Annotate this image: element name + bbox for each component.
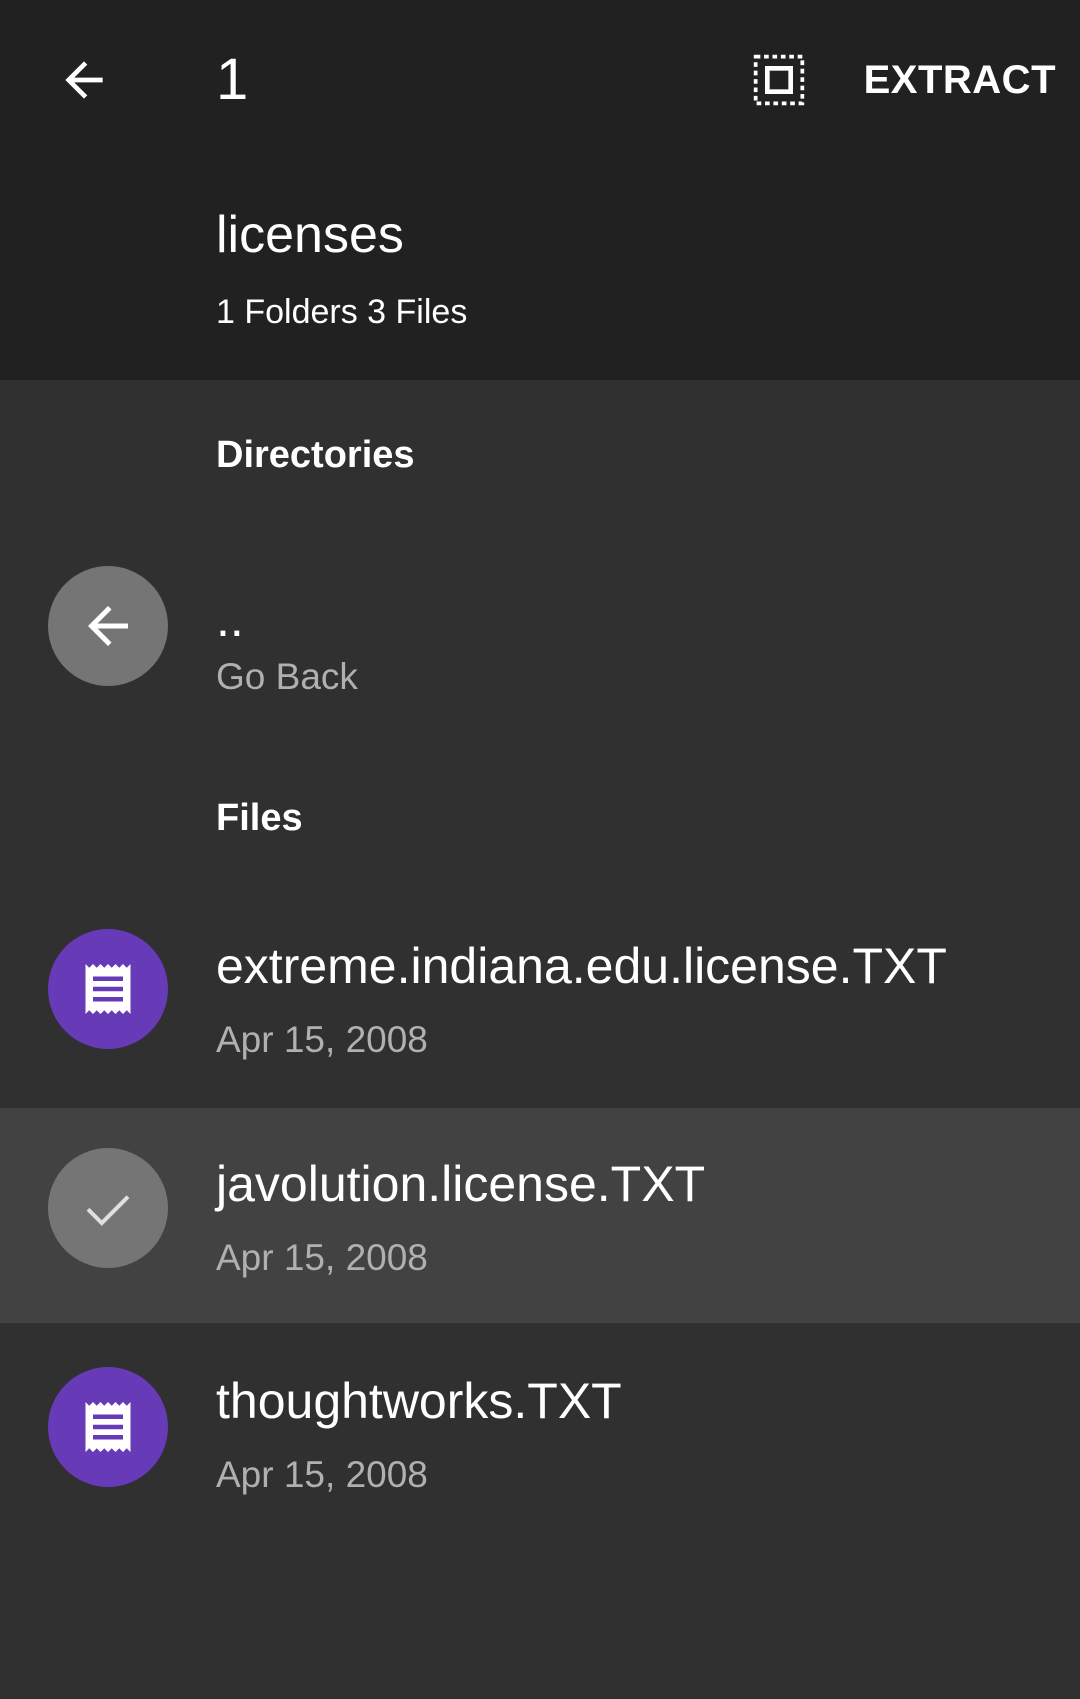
- file-row[interactable]: thoughtworks.TXT Apr 15, 2008: [0, 1323, 1080, 1538]
- selected-check-avatar[interactable]: [48, 1148, 168, 1268]
- archive-summary: 1 Folders 3 Files: [216, 293, 468, 331]
- back-button[interactable]: [44, 40, 124, 120]
- extract-button[interactable]: EXTRACT: [864, 52, 1056, 108]
- directory-name: ..: [216, 591, 244, 647]
- file-name: javolution.license.TXT: [216, 1156, 706, 1212]
- directory-subtitle: Go Back: [216, 656, 358, 697]
- text-file-icon: [85, 964, 131, 1014]
- section-header-directories: Directories: [216, 434, 415, 476]
- file-date: Apr 15, 2008: [216, 1019, 428, 1060]
- check-icon: [86, 1195, 130, 1226]
- directory-row-go-back[interactable]: .. Go Back: [0, 535, 1080, 715]
- file-date: Apr 15, 2008: [216, 1237, 428, 1278]
- file-row[interactable]: extreme.indiana.edu.license.TXT Apr 15, …: [0, 890, 1080, 1108]
- arrow-back-icon: [65, 61, 103, 99]
- file-date: Apr 15, 2008: [216, 1454, 428, 1495]
- file-name: thoughtworks.TXT: [216, 1373, 622, 1429]
- section-header-files: Files: [216, 797, 303, 839]
- file-row-selected[interactable]: javolution.license.TXT Apr 15, 2008: [0, 1108, 1080, 1323]
- select-all-button[interactable]: [739, 40, 819, 120]
- file-avatar[interactable]: [48, 1367, 168, 1487]
- select-all-icon: [753, 54, 805, 106]
- file-name: extreme.indiana.edu.license.TXT: [216, 938, 947, 994]
- app-bar: 1 EXTRACT licenses 1 Folders 3 Files: [0, 0, 1080, 380]
- arrow-back-icon: [88, 606, 128, 646]
- selection-count: 1: [216, 47, 249, 112]
- archive-title: licenses: [216, 206, 404, 264]
- text-file-icon: [85, 1402, 131, 1452]
- action-toolbar: 1 EXTRACT: [0, 0, 1080, 160]
- go-back-avatar: [48, 566, 168, 686]
- file-avatar[interactable]: [48, 929, 168, 1049]
